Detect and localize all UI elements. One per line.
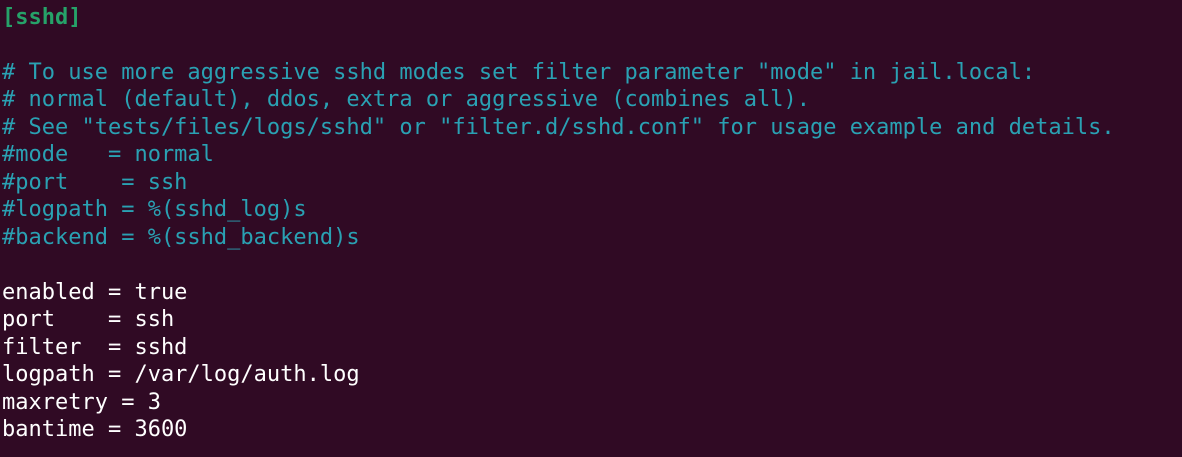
config-section-header: [sshd] (2, 5, 82, 30)
setting-filter: filter = sshd (2, 335, 188, 360)
comment-line: # normal (default), ddos, extra or aggre… (2, 87, 810, 112)
setting-port: port = ssh (2, 307, 175, 332)
setting-maxretry: maxretry = 3 (2, 390, 161, 415)
commented-setting-port: #port = ssh (2, 170, 188, 195)
setting-enabled: enabled = true (2, 280, 188, 305)
setting-logpath: logpath = /var/log/auth.log (2, 362, 360, 387)
comment-line: # To use more aggressive sshd modes set … (2, 60, 1036, 85)
commented-setting-logpath: #logpath = %(sshd_log)s (2, 197, 307, 222)
terminal-window[interactable]: [sshd] # To use more aggressive sshd mod… (0, 0, 1182, 457)
commented-setting-mode: #mode = normal (2, 142, 214, 167)
setting-bantime: bantime = 3600 (2, 417, 188, 442)
commented-setting-backend: #backend = %(sshd_backend)s (2, 225, 360, 250)
comment-line: # See "tests/files/logs/sshd" or "filter… (2, 115, 1115, 140)
